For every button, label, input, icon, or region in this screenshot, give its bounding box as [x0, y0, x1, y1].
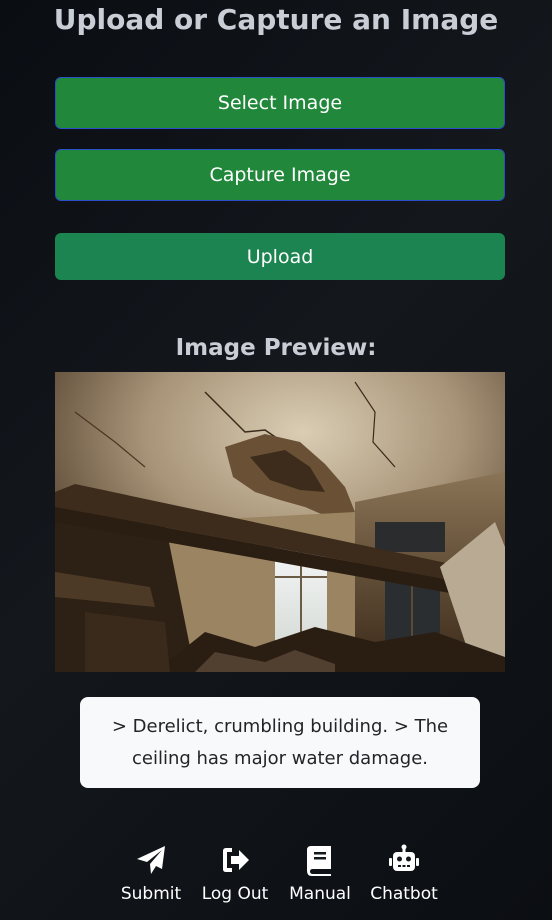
image-preview-heading: Image Preview: — [175, 335, 377, 361]
paper-plane-icon — [137, 846, 165, 874]
capture-image-button[interactable]: Capture Image — [55, 149, 505, 201]
image-preview — [55, 372, 505, 672]
nav-submit-label: Submit — [120, 884, 182, 904]
logout-icon — [223, 848, 249, 872]
analysis-result: > Derelict, crumbling building. > The ce… — [80, 697, 480, 788]
upload-button[interactable]: Upload — [55, 233, 505, 280]
nav-logout-label: Log Out — [201, 884, 269, 904]
nav-logout[interactable]: Log Out — [190, 840, 280, 910]
page-title: Upload or Capture an Image — [53, 3, 499, 36]
nav-manual[interactable]: Manual — [275, 840, 365, 910]
select-image-button[interactable]: Select Image — [55, 77, 505, 129]
nav-submit[interactable]: Submit — [106, 840, 196, 910]
bottom-navbar: Submit Log Out Manual Chatbot — [0, 840, 552, 915]
nav-chatbot[interactable]: Chatbot — [359, 840, 449, 910]
robot-icon — [389, 844, 419, 871]
preview-photo — [55, 372, 505, 672]
nav-chatbot-label: Chatbot — [370, 884, 438, 904]
book-icon — [307, 846, 331, 876]
nav-manual-label: Manual — [289, 884, 351, 904]
